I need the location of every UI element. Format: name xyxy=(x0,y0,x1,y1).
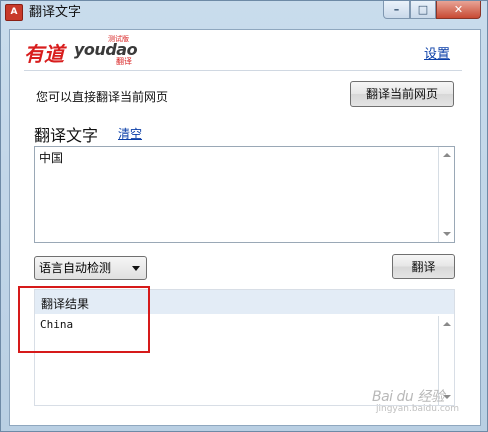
title-bar[interactable]: A 翻译文字 – □ ✕ xyxy=(1,1,488,25)
minimize-button[interactable]: – xyxy=(383,1,410,19)
scroll-down-icon[interactable] xyxy=(443,232,451,236)
logo-sub: 翻译 xyxy=(116,57,132,66)
close-button[interactable]: ✕ xyxy=(436,1,481,19)
maximize-button[interactable]: □ xyxy=(410,1,436,19)
clear-link[interactable]: 清空 xyxy=(118,125,142,142)
header-divider xyxy=(24,70,462,71)
translate-page-button[interactable]: 翻译当前网页 xyxy=(350,81,454,107)
language-select[interactable]: 语言自动检测 xyxy=(34,256,147,280)
translate-button[interactable]: 翻译 xyxy=(392,254,455,279)
highlight-annotation-box xyxy=(18,286,150,353)
maximize-icon: □ xyxy=(417,3,429,16)
youdao-logo: 有道 youdao 测试版 翻译 xyxy=(24,35,144,70)
watermark-sub: jingyan.baidu.com xyxy=(376,404,460,414)
app-icon: A xyxy=(5,4,23,21)
page-translate-hint: 您可以直接翻译当前网页 xyxy=(36,90,169,104)
translate-text-title: 翻译文字 xyxy=(34,126,99,145)
language-select-value: 语言自动检测 xyxy=(39,261,112,275)
source-text-value: 中国 xyxy=(39,151,64,165)
close-icon: ✕ xyxy=(453,3,464,16)
source-text-input[interactable]: 中国 xyxy=(34,146,455,243)
window-title: 翻译文字 xyxy=(29,5,82,20)
logo-beta: 测试版 xyxy=(108,35,129,43)
watermark: Bai du 经验 xyxy=(372,389,445,405)
logo-cn: 有道 xyxy=(24,42,64,66)
minimize-icon: – xyxy=(393,3,400,16)
input-scrollbar[interactable] xyxy=(438,147,454,242)
chevron-down-icon xyxy=(132,266,140,271)
settings-link[interactable]: 设置 xyxy=(424,43,450,62)
scroll-up-icon[interactable] xyxy=(443,322,451,326)
scroll-up-icon[interactable] xyxy=(443,153,451,157)
